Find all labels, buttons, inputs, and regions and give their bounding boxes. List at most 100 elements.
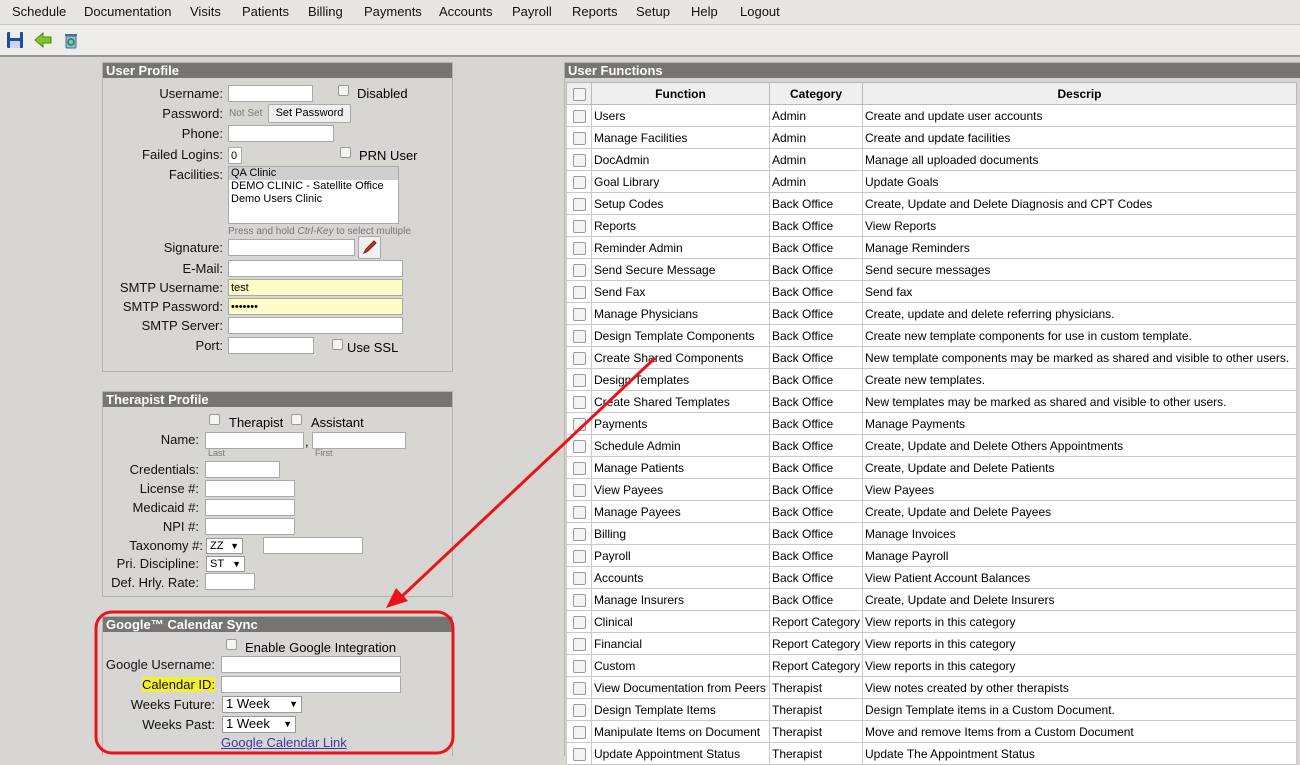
row-checkbox[interactable] <box>572 351 586 365</box>
row-checkbox[interactable] <box>572 461 586 475</box>
row-checkbox-cell <box>566 478 592 501</box>
medicaid-input[interactable] <box>205 499 295 516</box>
facility-option[interactable]: QA Clinic <box>229 167 398 180</box>
row-checkbox[interactable] <box>572 747 586 761</box>
menu-payroll[interactable]: Payroll <box>512 4 552 19</box>
license-input[interactable] <box>205 480 295 497</box>
google-calendar-link[interactable]: Google Calendar Link <box>221 735 347 750</box>
descrip-cell: Create, Update and Delete Payees <box>862 500 1297 523</box>
facility-option[interactable]: Demo Users Clinic <box>229 193 398 206</box>
therapist-checkbox[interactable] <box>209 414 220 425</box>
prn-user-checkbox[interactable] <box>340 147 351 158</box>
menu-reports[interactable]: Reports <box>572 4 618 19</box>
select-all-checkbox[interactable] <box>572 87 586 101</box>
menu-patients[interactable]: Patients <box>242 4 289 19</box>
credentials-label: Credentials: <box>129 462 199 477</box>
menu-logout[interactable]: Logout <box>740 4 780 19</box>
rate-input[interactable] <box>205 573 255 590</box>
row-checkbox[interactable] <box>572 505 586 519</box>
last-name-input[interactable] <box>205 432 304 449</box>
row-checkbox[interactable] <box>572 593 586 607</box>
row-checkbox[interactable] <box>572 681 586 695</box>
use-ssl-checkbox[interactable] <box>332 339 343 350</box>
row-checkbox[interactable] <box>572 285 586 299</box>
menu-accounts[interactable]: Accounts <box>439 4 492 19</box>
row-checkbox[interactable] <box>572 329 586 343</box>
back-arrow-icon[interactable] <box>34 31 52 49</box>
row-checkbox[interactable] <box>572 659 586 673</box>
taxonomy-text-input[interactable] <box>263 537 363 554</box>
save-icon[interactable] <box>6 31 24 49</box>
table-row: Manage Facilities Admin Create and update … <box>566 126 1297 149</box>
user-functions-table: Function Category Descrip Users Admin Crea… <box>566 82 1297 765</box>
row-checkbox[interactable] <box>572 615 586 629</box>
row-checkbox[interactable] <box>572 703 586 717</box>
descrip-cell: Manage Payments <box>862 412 1297 435</box>
function-cell: Setup Codes <box>591 192 770 215</box>
menu-payments[interactable]: Payments <box>364 4 422 19</box>
row-checkbox[interactable] <box>572 417 586 431</box>
assistant-checkbox[interactable] <box>291 414 302 425</box>
row-checkbox[interactable] <box>572 175 586 189</box>
google-username-input[interactable] <box>221 656 401 673</box>
row-checkbox[interactable] <box>572 153 586 167</box>
facility-option[interactable]: DEMO CLINIC - Satellite Office <box>229 180 398 193</box>
row-checkbox[interactable] <box>572 219 586 233</box>
smtp-username-input[interactable] <box>228 279 403 296</box>
row-checkbox[interactable] <box>572 549 586 563</box>
enable-google-checkbox[interactable] <box>226 639 237 650</box>
email-input[interactable] <box>228 260 403 277</box>
npi-input[interactable] <box>205 518 295 535</box>
first-name-input[interactable] <box>312 432 406 449</box>
set-password-button[interactable]: Set Password <box>268 104 351 123</box>
smtp-server-input[interactable] <box>228 317 403 334</box>
row-checkbox[interactable] <box>572 527 586 541</box>
menu-visits[interactable]: Visits <box>190 4 221 19</box>
failed-logins-input[interactable] <box>228 147 242 164</box>
row-checkbox[interactable] <box>572 263 586 277</box>
taxonomy-select[interactable]: ZZ ▼ <box>206 538 243 554</box>
smtp-password-input[interactable] <box>228 298 403 315</box>
descrip-cell: View Reports <box>862 214 1297 237</box>
credentials-input[interactable] <box>205 461 280 478</box>
menu-billing[interactable]: Billing <box>308 4 343 19</box>
row-checkbox-cell <box>566 720 592 743</box>
disabled-checkbox[interactable] <box>338 85 349 96</box>
weeks-past-select[interactable]: 1 Week ▼ <box>222 716 296 733</box>
row-checkbox-cell <box>566 698 592 721</box>
row-checkbox[interactable] <box>572 725 586 739</box>
function-cell: View Payees <box>591 478 770 501</box>
row-checkbox[interactable] <box>572 109 586 123</box>
row-checkbox[interactable] <box>572 637 586 651</box>
menu-documentation[interactable]: Documentation <box>84 4 171 19</box>
row-checkbox[interactable] <box>572 197 586 211</box>
discipline-select[interactable]: ST ▼ <box>206 556 245 572</box>
menu-help[interactable]: Help <box>691 4 718 19</box>
facilities-listbox[interactable]: QA Clinic DEMO CLINIC - Satellite Office… <box>228 166 399 224</box>
row-checkbox[interactable] <box>572 571 586 585</box>
row-checkbox[interactable] <box>572 131 586 145</box>
row-checkbox[interactable] <box>572 483 586 497</box>
row-checkbox[interactable] <box>572 307 586 321</box>
signature-pen-button[interactable] <box>358 236 381 259</box>
table-row: Manage Payees Back Office Create, Update a… <box>566 500 1297 523</box>
row-checkbox[interactable] <box>572 241 586 255</box>
menu-setup[interactable]: Setup <box>636 4 670 19</box>
phone-input[interactable] <box>228 125 334 142</box>
menu-schedule[interactable]: Schedule <box>12 4 66 19</box>
recycle-icon[interactable] <box>62 31 80 49</box>
row-checkbox[interactable] <box>572 439 586 453</box>
table-row: Manipulate Items on Document Therapist Mov… <box>566 720 1297 743</box>
port-input[interactable] <box>228 337 314 354</box>
weeks-future-select[interactable]: 1 Week ▼ <box>222 696 302 713</box>
table-row: Create Shared Components Back Office New t… <box>566 346 1297 369</box>
table-row: Reports Back Office View Reports <box>566 214 1297 237</box>
username-input[interactable] <box>228 85 313 102</box>
descrip-cell: Create and update user accounts <box>862 104 1297 127</box>
row-checkbox[interactable] <box>572 395 586 409</box>
calendar-id-input[interactable] <box>221 676 401 693</box>
signature-input[interactable] <box>228 239 355 256</box>
row-checkbox-cell <box>566 742 592 765</box>
license-label: License #: <box>139 481 199 496</box>
row-checkbox[interactable] <box>572 373 586 387</box>
